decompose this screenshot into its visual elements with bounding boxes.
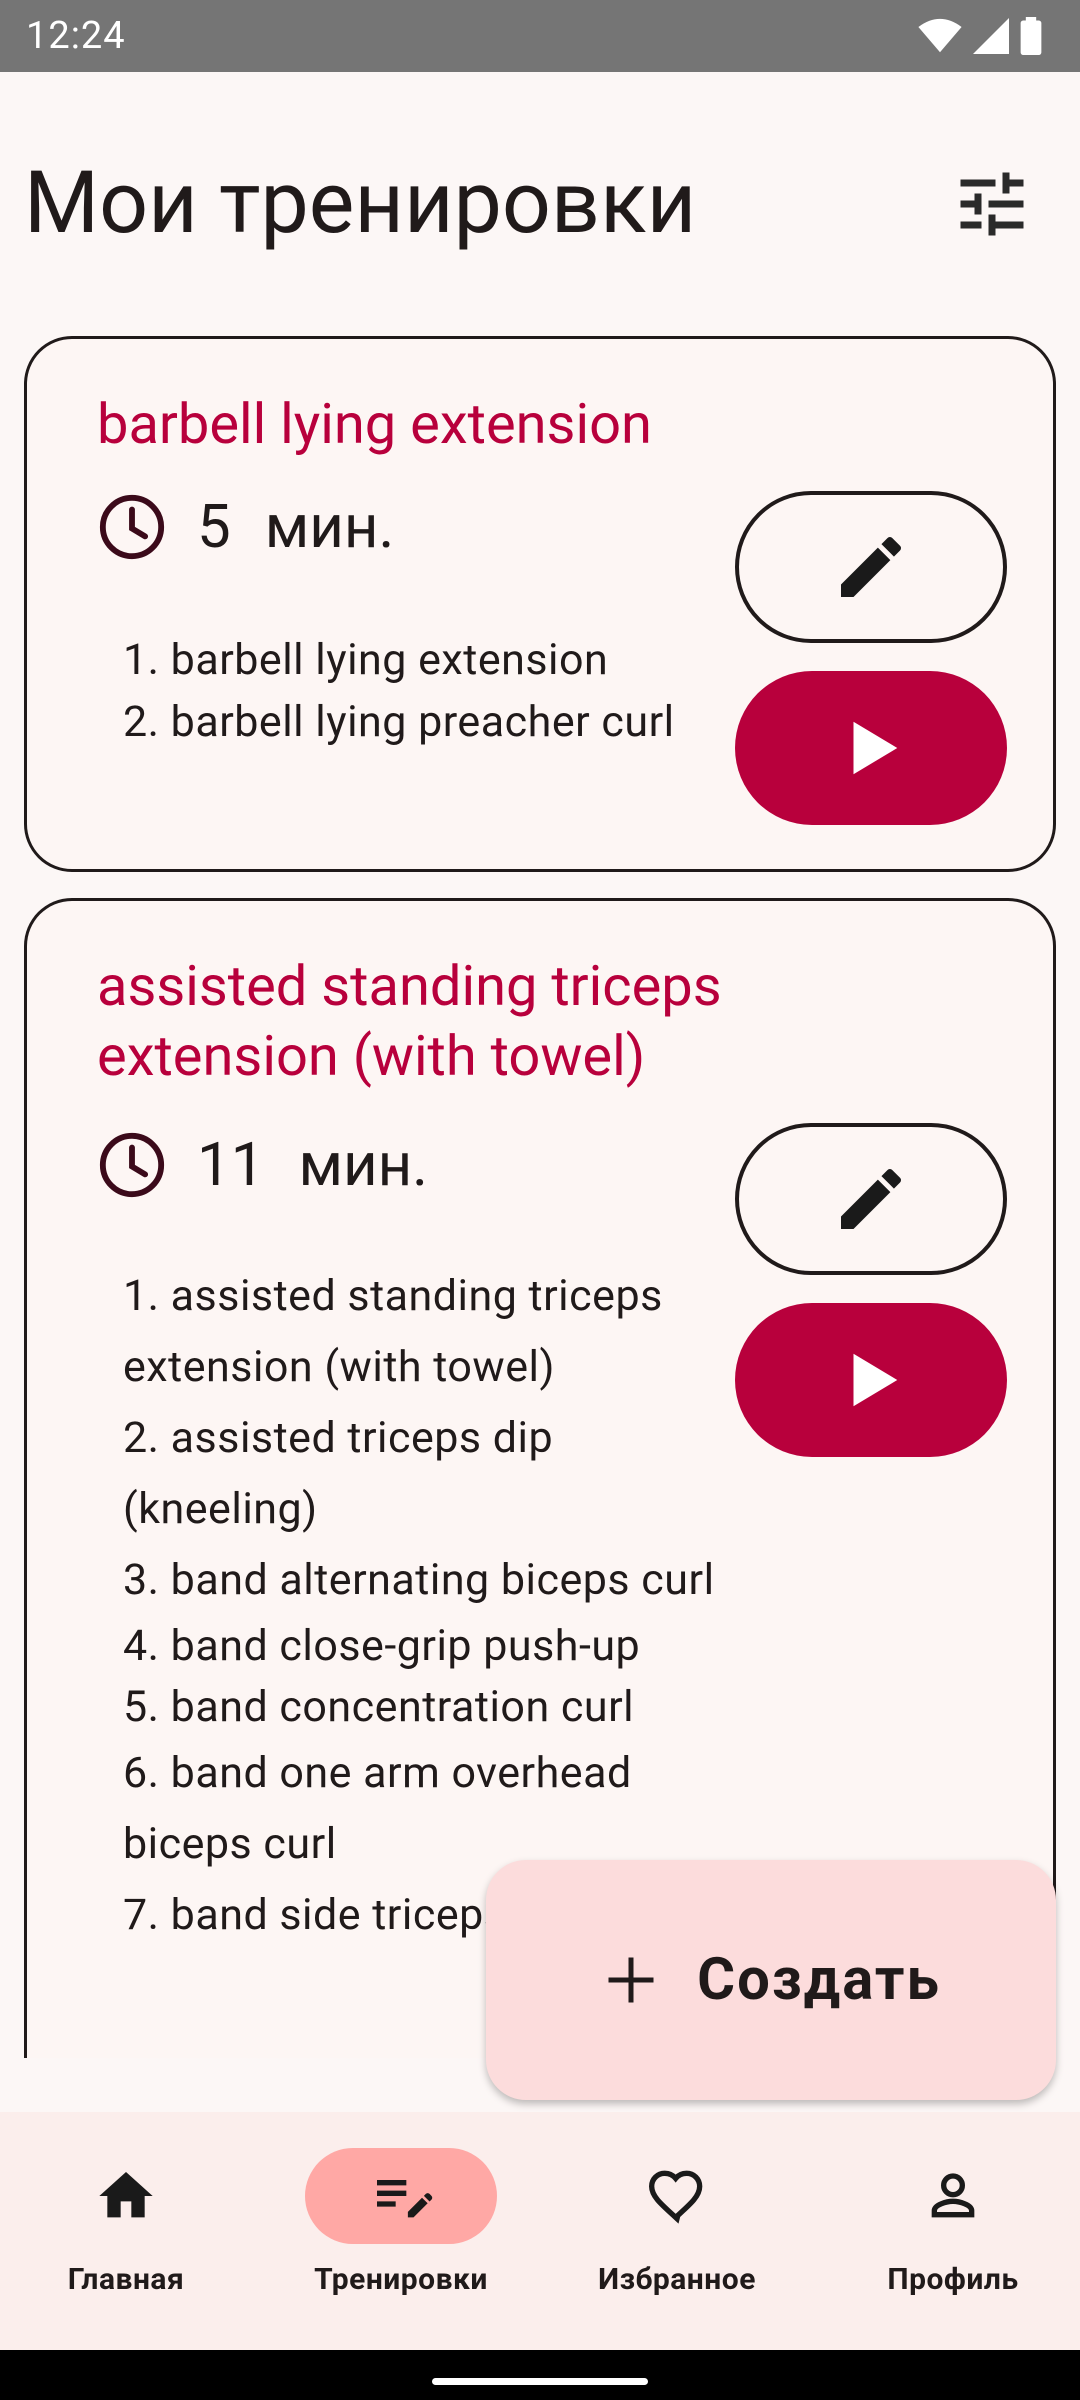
start-workout-button[interactable] [735, 1303, 1007, 1457]
plus-icon [608, 1957, 654, 2003]
person-icon [931, 2173, 975, 2218]
nav-item-workouts[interactable]: Тренировки [266, 2148, 536, 2297]
duration-unit: мин. [298, 1129, 429, 1200]
nav-pill [30, 2148, 222, 2244]
duration-value: 11 [197, 1129, 265, 1200]
start-workout-button[interactable] [735, 671, 1007, 825]
signal-icon [973, 18, 1009, 54]
top-app-bar: Мои тренировки [0, 72, 1080, 332]
nav-label: Главная [67, 2262, 185, 2297]
gesture-handle[interactable] [432, 2378, 648, 2385]
clock-icon [99, 494, 165, 559]
nav-pill [305, 2148, 497, 2244]
nav-label: Профиль [887, 2262, 1019, 2297]
workout-card[interactable]: barbell lying extension 5 мин. 1. barbel… [24, 336, 1056, 872]
nav-pill [857, 2148, 1049, 2244]
workout-title: barbell lying extension [97, 391, 652, 457]
nav-item-favorites[interactable]: Избранное [542, 2148, 812, 2297]
exercise-item: 6. band one arm overhead biceps curl [123, 1748, 632, 1869]
exercise-list: 1. assisted standing triceps extension (… [123, 1261, 743, 1951]
status-icons [918, 17, 1042, 55]
duration-unit: мин. [264, 491, 395, 562]
exercise-item: 4. band close-grip push-up [123, 1621, 641, 1671]
exercise-list: 1. barbell lying extension 2. barbell ly… [123, 629, 743, 753]
nav-pill [581, 2148, 773, 2244]
play-icon [853, 1353, 898, 1407]
edit-workout-button[interactable] [735, 1123, 1007, 1275]
pencil-icon [841, 1168, 902, 1229]
exercise-item: 5. band concentration curl [123, 1682, 635, 1732]
battery-icon [1020, 17, 1042, 55]
play-icon [853, 721, 898, 775]
gesture-nav-area [0, 2350, 1080, 2400]
workout-title: assisted standing triceps extension (wit… [97, 953, 722, 1089]
create-workout-fab[interactable]: Создать [486, 1860, 1056, 2100]
edit-workout-button[interactable] [735, 491, 1007, 643]
bottom-navigation: Главная Тренировки Избранное Профиль [0, 2112, 1080, 2350]
exercise-item: 2. assisted triceps dip (kneeling) [123, 1413, 554, 1534]
workout-duration: 11 мин. [97, 1129, 428, 1200]
edit-note-icon [377, 2180, 433, 2218]
heart-icon [648, 2170, 703, 2224]
wifi-icon [918, 18, 962, 53]
nav-item-profile[interactable]: Профиль [818, 2148, 1080, 2297]
tune-icon [960, 172, 1024, 236]
clock-icon [99, 1132, 165, 1197]
nav-item-home[interactable]: Главная [0, 2148, 261, 2297]
workout-duration: 5 мин. [97, 491, 394, 562]
exercise-item: 2. barbell lying preacher curl [123, 697, 675, 747]
fab-label: Создать [697, 1946, 941, 2014]
exercise-item: 3. band alternating biceps curl [123, 1555, 715, 1605]
filter-button[interactable] [932, 144, 1052, 264]
status-time: 12:24 [26, 14, 126, 58]
status-bar: 12:24 [0, 0, 1080, 72]
duration-value: 5 [197, 491, 231, 562]
pencil-icon [841, 536, 902, 597]
nav-label: Тренировки [314, 2262, 488, 2297]
home-icon [99, 2172, 153, 2218]
page-title: Мои тренировки [24, 152, 697, 253]
nav-label: Избранное [598, 2262, 756, 2297]
exercise-item: 1. assisted standing triceps extension (… [123, 1271, 663, 1392]
exercise-item: 1. barbell lying extension [123, 635, 609, 685]
